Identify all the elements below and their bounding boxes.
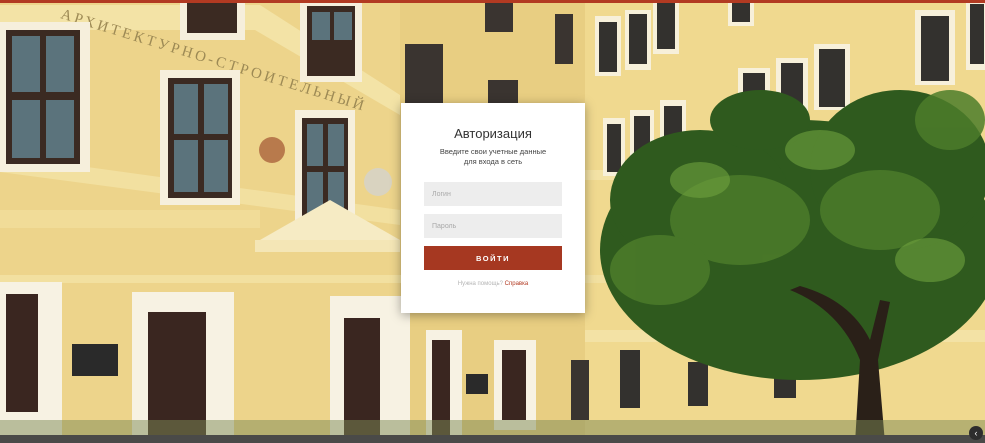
login-subtitle-line1: Введите свои учетные данные — [439, 147, 547, 156]
chevron-icon[interactable]: ‹ — [969, 426, 983, 440]
login-subtitle: Введите свои учетные данные для входа в … — [401, 147, 585, 167]
bottom-bar — [0, 435, 985, 443]
login-card: Авторизация Введите свои учетные данные … — [401, 103, 585, 313]
login-subtitle-line2: для входа в сеть — [463, 157, 523, 166]
login-input[interactable] — [424, 182, 562, 206]
help-prompt: Нужна помощь? — [457, 281, 503, 287]
login-button[interactable]: ВОЙТИ — [424, 246, 562, 270]
password-input[interactable] — [424, 214, 562, 238]
top-accent-bar — [0, 0, 985, 3]
login-title: Авторизация — [454, 126, 532, 141]
help-link[interactable]: Справка — [505, 281, 529, 287]
help-row: Нужна помощь? Справка — [401, 281, 585, 287]
